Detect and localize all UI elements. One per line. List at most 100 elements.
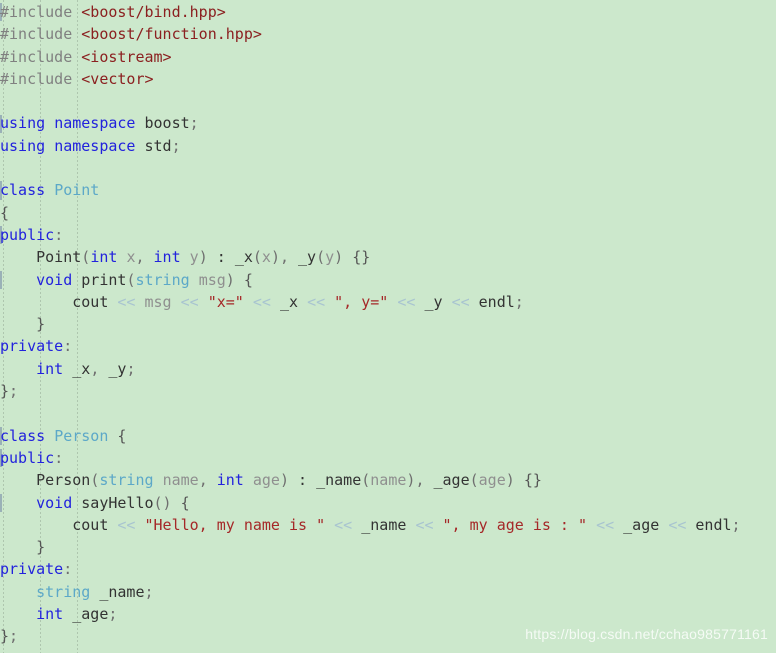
code-token-plain: _name [99, 582, 145, 601]
code-token-punct: : [63, 560, 73, 579]
code-token-plain: _x [234, 248, 253, 267]
code-token-punct: ) [279, 471, 289, 490]
code-token-op: << [397, 292, 416, 311]
code-line[interactable]: #include <boost/bind.hpp> [0, 1, 776, 23]
code-line[interactable]: void sayHello() { [0, 492, 776, 514]
code-token-punct: : [63, 337, 73, 356]
code-token-punct: ( [361, 471, 371, 490]
code-token-brace: { [117, 426, 127, 445]
code-token-op: << [415, 515, 434, 534]
code-token-brace: } [36, 315, 46, 334]
code-token-punct: ; [9, 627, 19, 646]
code-token-punct: ) [334, 248, 344, 267]
code-line[interactable] [0, 157, 776, 179]
code-token-plain: _age [623, 515, 660, 534]
code-token-kw: int [36, 605, 64, 624]
code-token-punct: , [135, 248, 154, 267]
code-token-str: "Hello, my name is " [144, 515, 326, 534]
code-line[interactable]: public: [0, 224, 776, 246]
code-token-punct: ; [126, 359, 136, 378]
code-token-pre: #include [0, 25, 73, 44]
code-line[interactable]: } [0, 536, 776, 558]
code-line[interactable]: int _x, _y; [0, 358, 776, 380]
code-token-punct: ; [171, 136, 181, 155]
code-token-punct: ( [316, 248, 326, 267]
code-token-kw: int [90, 248, 118, 267]
code-content[interactable]: #include <boost/bind.hpp> #include <boost… [0, 1, 776, 648]
code-token-kw: void [36, 493, 73, 512]
code-token-type: string [36, 582, 91, 601]
code-line[interactable]: private: [0, 558, 776, 580]
code-token-kw: namespace [54, 114, 136, 133]
code-line[interactable]: using namespace boost; [0, 112, 776, 134]
code-line[interactable]: }; [0, 625, 776, 647]
code-line[interactable]: #include <iostream> [0, 46, 776, 68]
code-line[interactable]: int _age; [0, 603, 776, 625]
code-token-op: << [334, 515, 353, 534]
code-token-kw: using [0, 136, 46, 155]
code-line[interactable]: public: [0, 447, 776, 469]
code-line[interactable] [0, 402, 776, 424]
code-line[interactable]: Person(string name, int age) : _name(nam… [0, 469, 776, 491]
code-token-op: << [307, 292, 326, 311]
code-token-plain: _y [424, 292, 443, 311]
code-token-kw: public [0, 225, 55, 244]
code-token-cls: Person [54, 426, 109, 445]
code-token-punct: , [198, 471, 217, 490]
code-line[interactable]: cout << "Hello, my name is " << _name <<… [0, 514, 776, 536]
code-token-plain: cout [72, 292, 109, 311]
code-token-punct: : [54, 225, 64, 244]
code-token-plain: Person [36, 471, 91, 490]
code-token-punct: , [279, 248, 299, 267]
code-token-type: string [99, 471, 154, 490]
code-token-inc: <vector> [81, 69, 154, 88]
code-line[interactable]: using namespace std; [0, 135, 776, 157]
code-line[interactable]: { [0, 202, 776, 224]
code-token-punct: ; [189, 114, 199, 133]
code-line[interactable]: cout << msg << "x=" << _x << ", y=" << _… [0, 291, 776, 313]
code-token-plain: _age [433, 471, 470, 490]
code-line[interactable]: #include <boost/function.hpp> [0, 23, 776, 45]
code-token-plain: : [207, 248, 235, 267]
code-token-brace: {} [352, 248, 371, 267]
code-line[interactable]: private: [0, 335, 776, 357]
code-line[interactable] [0, 90, 776, 112]
code-token-plain: std [144, 136, 172, 155]
code-token-punct: ; [144, 582, 154, 601]
code-line[interactable]: } [0, 313, 776, 335]
code-token-brace: } [0, 382, 10, 401]
code-token-inc: <boost/bind.hpp> [81, 3, 226, 21]
code-line[interactable]: #include <vector> [0, 68, 776, 90]
code-token-kw: private [0, 337, 64, 356]
code-token-inc: <iostream> [81, 47, 172, 66]
code-line[interactable]: void print(string msg) { [0, 269, 776, 291]
code-token-plain: _x [279, 292, 299, 311]
code-token-plain: endl [695, 515, 732, 534]
code-line[interactable]: Point(int x, int y) : _x(x), _y(y) {} [0, 246, 776, 268]
code-line[interactable]: class Person { [0, 425, 776, 447]
code-line[interactable]: }; [0, 380, 776, 402]
code-token-op: << [180, 292, 199, 311]
code-token-param: y [325, 248, 335, 267]
code-token-punct: () [153, 493, 172, 512]
code-line[interactable]: string _name; [0, 581, 776, 603]
code-line[interactable]: class Point [0, 179, 776, 201]
code-editor-surface[interactable]: #include <boost/bind.hpp> #include <boost… [0, 0, 776, 653]
code-token-kw: class [0, 181, 46, 200]
